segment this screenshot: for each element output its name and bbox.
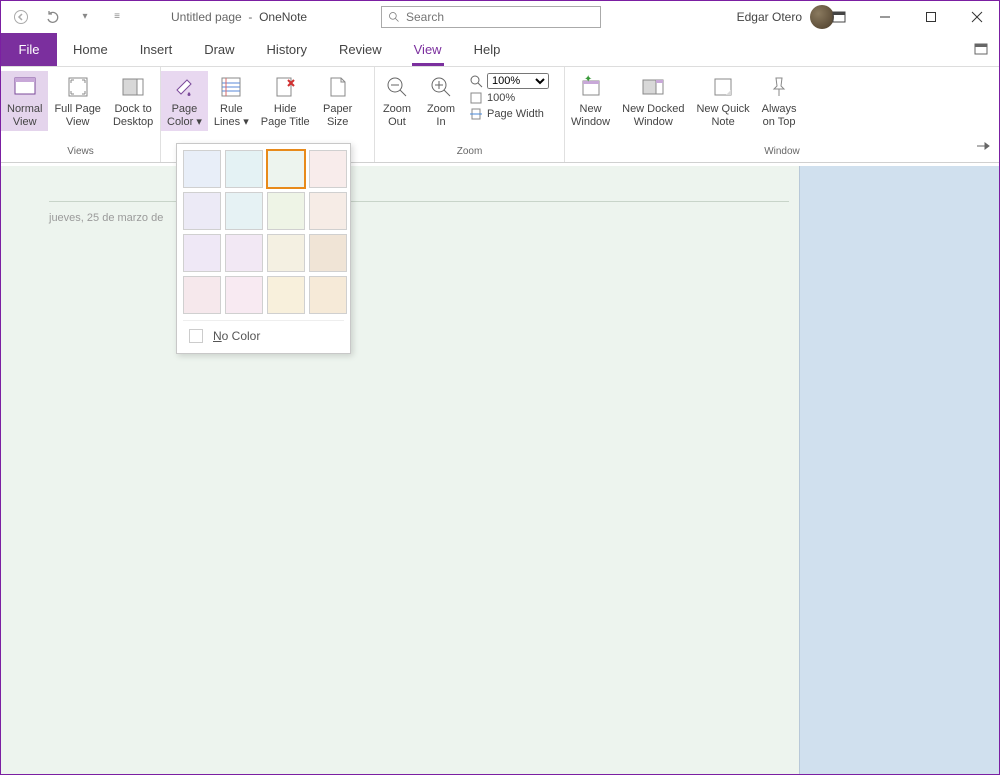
always-on-top-button[interactable]: Always on Top	[756, 71, 803, 131]
tab-file[interactable]: File	[1, 33, 57, 66]
color-swatch[interactable]	[225, 234, 263, 272]
hide-title-icon	[271, 73, 299, 101]
svg-text:✦: ✦	[584, 74, 592, 85]
group-label-window: Window	[565, 146, 999, 161]
title-bar: ▾ ≡ Untitled page - OneNote Edgar Otero	[1, 1, 999, 33]
app-name: OneNote	[259, 10, 307, 24]
color-swatch[interactable]	[183, 234, 221, 272]
new-window-icon: ✦	[577, 73, 605, 101]
group-label-views: Views	[1, 146, 160, 161]
color-swatch[interactable]	[225, 150, 263, 188]
color-swatch[interactable]	[183, 192, 221, 230]
group-label-zoom: Zoom	[375, 146, 564, 161]
zoom-out-icon	[383, 73, 411, 101]
color-swatch[interactable]	[183, 276, 221, 314]
page-color-picker: No Color	[176, 143, 351, 354]
maximize-button[interactable]	[917, 3, 945, 31]
search-icon	[388, 11, 400, 23]
hide-page-title-button[interactable]: Hide Page Title	[255, 71, 316, 131]
normal-view-button[interactable]: Normal View	[1, 71, 48, 131]
color-swatch[interactable]	[183, 150, 221, 188]
color-swatch[interactable]	[309, 150, 347, 188]
ribbon-tabs: File Home Insert Draw History Review Vie…	[1, 33, 999, 67]
qat-customize-icon[interactable]: ≡	[105, 5, 129, 29]
tab-review[interactable]: Review	[323, 33, 398, 66]
chevron-down-icon[interactable]: ▾	[73, 5, 97, 29]
tab-view[interactable]: View	[398, 33, 458, 66]
rule-lines-button[interactable]: Rule Lines ▾	[208, 71, 255, 131]
page-width-button[interactable]: Page Width	[469, 107, 549, 121]
ribbon: Normal View Full Page View Dock to Deskt…	[1, 67, 999, 163]
no-color-swatch-icon	[189, 329, 203, 343]
color-swatch[interactable]	[267, 234, 305, 272]
new-window-button[interactable]: ✦ New Window	[565, 71, 616, 131]
paper-size-button[interactable]: Paper Size	[316, 71, 360, 131]
back-icon[interactable]	[9, 5, 33, 29]
search-input[interactable]	[406, 10, 594, 24]
page-color-button[interactable]: Page Color ▾	[161, 71, 208, 131]
page-list-pane[interactable]	[799, 166, 999, 774]
zoom-combo[interactable]: 100%	[469, 73, 549, 89]
zoom-in-icon	[427, 73, 455, 101]
full-page-icon	[64, 73, 92, 101]
user-name: Edgar Otero	[737, 10, 802, 24]
undo-icon[interactable]	[41, 5, 65, 29]
page-width-icon	[469, 107, 483, 121]
color-swatch[interactable]	[267, 276, 305, 314]
dock-icon	[119, 73, 147, 101]
pin-icon	[765, 73, 793, 101]
color-swatch[interactable]	[267, 192, 305, 230]
zoom-icon	[469, 74, 483, 88]
doc-name: Untitled page	[171, 10, 242, 24]
page-canvas[interactable]: jueves, 25 de marzo de	[1, 166, 999, 774]
tab-help[interactable]: Help	[458, 33, 517, 66]
user-account[interactable]: Edgar Otero	[737, 5, 834, 29]
search-box[interactable]	[381, 6, 601, 28]
color-swatch[interactable]	[309, 234, 347, 272]
tab-draw[interactable]: Draw	[188, 33, 250, 66]
color-swatch[interactable]	[309, 192, 347, 230]
new-docked-window-button[interactable]: New Docked Window	[616, 71, 690, 131]
color-swatch[interactable]	[267, 150, 305, 188]
normal-view-icon	[11, 73, 39, 101]
page-100-icon	[469, 91, 483, 105]
page-date: jueves, 25 de marzo de	[49, 201, 789, 224]
tab-home[interactable]: Home	[57, 33, 124, 66]
page-color-icon	[170, 73, 198, 101]
window-title: Untitled page - OneNote	[171, 10, 307, 24]
docked-window-icon	[639, 73, 667, 101]
zoom-100-button[interactable]: 100%	[469, 91, 549, 105]
tab-history[interactable]: History	[251, 33, 323, 66]
zoom-out-button[interactable]: Zoom Out	[375, 71, 419, 131]
color-swatch[interactable]	[225, 276, 263, 314]
dock-to-desktop-button[interactable]: Dock to Desktop	[107, 71, 159, 131]
color-swatch[interactable]	[225, 192, 263, 230]
quick-note-icon	[709, 73, 737, 101]
zoom-select[interactable]: 100%	[487, 73, 549, 89]
pin-ribbon-icon[interactable]	[975, 139, 991, 158]
collapse-ribbon-icon[interactable]	[973, 41, 989, 62]
tab-insert[interactable]: Insert	[124, 33, 189, 66]
rule-lines-icon	[217, 73, 245, 101]
paper-size-icon	[324, 73, 352, 101]
close-button[interactable]	[963, 3, 991, 31]
zoom-in-button[interactable]: Zoom In	[419, 71, 463, 131]
new-quick-note-button[interactable]: New Quick Note	[690, 71, 755, 131]
ribbon-display-icon[interactable]	[825, 3, 853, 31]
color-swatch[interactable]	[309, 276, 347, 314]
minimize-button[interactable]	[871, 3, 899, 31]
no-color-option[interactable]: No Color	[183, 320, 344, 347]
full-page-view-button[interactable]: Full Page View	[48, 71, 106, 131]
